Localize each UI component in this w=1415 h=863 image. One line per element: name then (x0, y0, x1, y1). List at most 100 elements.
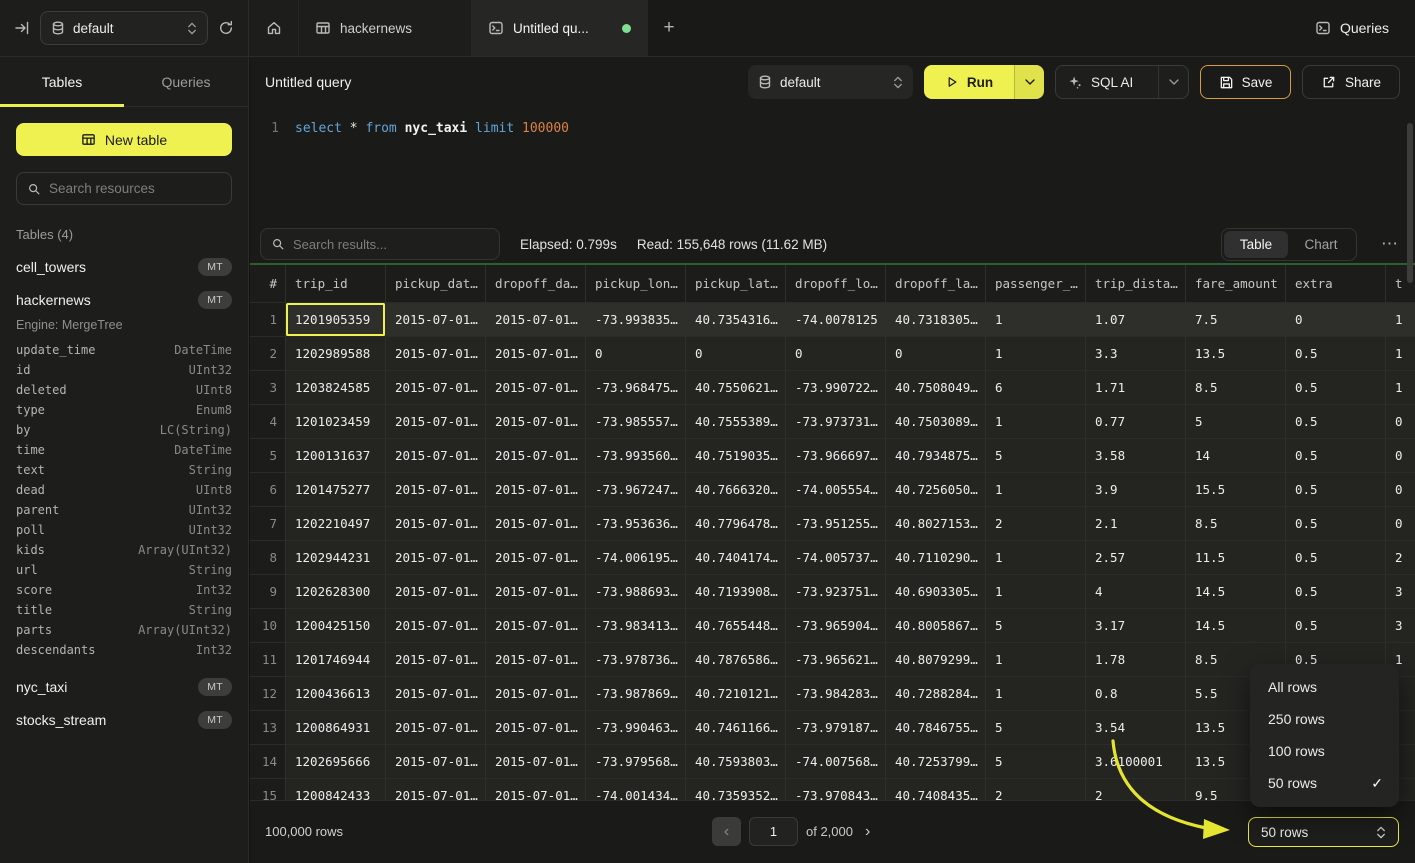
cell[interactable]: 40.7461166… (686, 711, 786, 745)
cell[interactable]: 0.5 (1286, 473, 1386, 507)
column-header[interactable]: dropoff_da… (486, 265, 586, 303)
cell[interactable]: 1 (1386, 371, 1415, 405)
cell[interactable]: 1200131637 (286, 439, 386, 473)
queries-button[interactable]: Queries (1315, 0, 1415, 56)
cell[interactable]: 40.7934875… (886, 439, 986, 473)
cell[interactable]: 14.5 (1186, 575, 1286, 609)
cell[interactable]: 1 (986, 575, 1086, 609)
cell[interactable]: -73.993560… (586, 439, 686, 473)
cell[interactable]: 40.7408435… (886, 779, 986, 800)
cell[interactable]: 1 (986, 303, 1086, 337)
cell[interactable]: -73.985557… (586, 405, 686, 439)
tab-untitled-query[interactable]: Untitled qu... (472, 0, 648, 56)
cell[interactable]: 40.7555389… (686, 405, 786, 439)
cell[interactable]: 40.7503089… (886, 405, 986, 439)
cell[interactable]: -73.987869… (586, 677, 686, 711)
cell[interactable]: 40.7354316… (686, 303, 786, 337)
cell[interactable]: 2015-07-01… (486, 405, 586, 439)
cell[interactable]: 2015-07-01… (486, 507, 586, 541)
cell[interactable]: 0.5 (1286, 337, 1386, 371)
previous-page-button[interactable]: ‹ (712, 817, 741, 846)
column-header[interactable]: trip_dista… (1086, 265, 1186, 303)
cell[interactable]: 4 (1086, 575, 1186, 609)
cell[interactable]: 2015-07-01… (386, 507, 486, 541)
cell[interactable]: 40.7666320… (686, 473, 786, 507)
cell[interactable]: 2015-07-01… (386, 779, 486, 800)
cell[interactable]: 0 (1286, 303, 1386, 337)
page-size-option-50-rows[interactable]: 50 rows✓ (1250, 767, 1399, 799)
cell[interactable]: 2015-07-01… (386, 303, 486, 337)
cell[interactable]: 2015-07-01… (486, 745, 586, 779)
cell[interactable]: 1200842433 (286, 779, 386, 800)
cell[interactable]: 0.5 (1286, 371, 1386, 405)
cell[interactable]: 2015-07-01… (386, 643, 486, 677)
save-button[interactable]: Save (1200, 65, 1291, 99)
cell[interactable]: 5 (986, 711, 1086, 745)
cell[interactable]: -74.005554… (786, 473, 886, 507)
cell[interactable]: 2015-07-01… (486, 337, 586, 371)
column-header[interactable]: extra (1286, 265, 1386, 303)
cell[interactable]: 0.5 (1286, 609, 1386, 643)
cell[interactable]: 40.7110290… (886, 541, 986, 575)
cell[interactable]: 3.6100001 (1086, 745, 1186, 779)
cell[interactable]: 0 (786, 337, 886, 371)
cell[interactable]: -73.953636… (586, 507, 686, 541)
cell[interactable]: 14.5 (1186, 609, 1286, 643)
cell[interactable]: 1201905359 (286, 303, 386, 337)
cell[interactable]: 1202944231 (286, 541, 386, 575)
column-header[interactable]: dropoff_la… (886, 265, 986, 303)
sql-ai-button[interactable]: SQL AI (1055, 65, 1189, 99)
run-button[interactable]: Run (924, 65, 1014, 99)
cell[interactable]: 5 (986, 439, 1086, 473)
cell[interactable]: 2015-07-01… (386, 541, 486, 575)
column-header[interactable]: trip_id (286, 265, 386, 303)
cell[interactable]: 1 (986, 643, 1086, 677)
column-header[interactable]: pickup_dat… (386, 265, 486, 303)
resource-search-input[interactable] (49, 181, 226, 196)
column-header[interactable]: dropoff_lo… (786, 265, 886, 303)
cell[interactable]: 2015-07-01… (486, 473, 586, 507)
cell[interactable]: 40.6903305… (886, 575, 986, 609)
column-header[interactable]: # (250, 265, 286, 303)
column-header[interactable]: pickup_lon… (586, 265, 686, 303)
cell[interactable]: 40.7876586… (686, 643, 786, 677)
results-search-input[interactable] (293, 237, 489, 252)
cell[interactable]: 1200436613 (286, 677, 386, 711)
sidebar-table-hackernews[interactable]: hackernewsMT (0, 283, 248, 316)
cell[interactable]: -73.923751… (786, 575, 886, 609)
cell[interactable]: 13.5 (1186, 337, 1286, 371)
column-header[interactable]: fare_amount (1186, 265, 1286, 303)
page-size-option-all-rows[interactable]: All rows (1250, 671, 1399, 703)
cell[interactable]: 40.7846755… (886, 711, 986, 745)
cell[interactable]: 5 (1186, 405, 1286, 439)
cell[interactable]: 0.5 (1286, 507, 1386, 541)
cell[interactable]: -73.966697… (786, 439, 886, 473)
cell[interactable]: -73.965621… (786, 643, 886, 677)
view-toggle-table[interactable]: Table (1224, 231, 1288, 258)
cell[interactable]: 40.7318305… (886, 303, 986, 337)
cell[interactable]: 2015-07-01… (486, 779, 586, 800)
cell[interactable]: 0.5 (1286, 439, 1386, 473)
cell[interactable]: 0 (586, 337, 686, 371)
sidebar-table-cell_towers[interactable]: cell_towersMT (0, 250, 248, 283)
cell[interactable]: -73.979187… (786, 711, 886, 745)
view-toggle-chart[interactable]: Chart (1288, 231, 1354, 258)
cell[interactable]: 2015-07-01… (386, 337, 486, 371)
cell[interactable]: 2015-07-01… (386, 405, 486, 439)
more-options-icon[interactable]: ⋯ (1377, 234, 1403, 254)
cell[interactable]: 40.7359352… (686, 779, 786, 800)
cell[interactable]: 2.57 (1086, 541, 1186, 575)
cell[interactable]: 14 (1186, 439, 1286, 473)
cell[interactable]: -73.973731… (786, 405, 886, 439)
cell[interactable]: 3.17 (1086, 609, 1186, 643)
cell[interactable]: 2015-07-01… (486, 711, 586, 745)
cell[interactable]: -73.968475… (586, 371, 686, 405)
query-title[interactable]: Untitled query (265, 74, 351, 90)
cell[interactable]: 2015-07-01… (486, 575, 586, 609)
cell[interactable]: 2015-07-01… (386, 371, 486, 405)
cell[interactable]: 40.7593803… (686, 745, 786, 779)
cell[interactable]: -74.007568… (786, 745, 886, 779)
cell[interactable]: 8.5 (1186, 507, 1286, 541)
cell[interactable]: -73.990463… (586, 711, 686, 745)
cell[interactable]: 1 (1386, 303, 1415, 337)
